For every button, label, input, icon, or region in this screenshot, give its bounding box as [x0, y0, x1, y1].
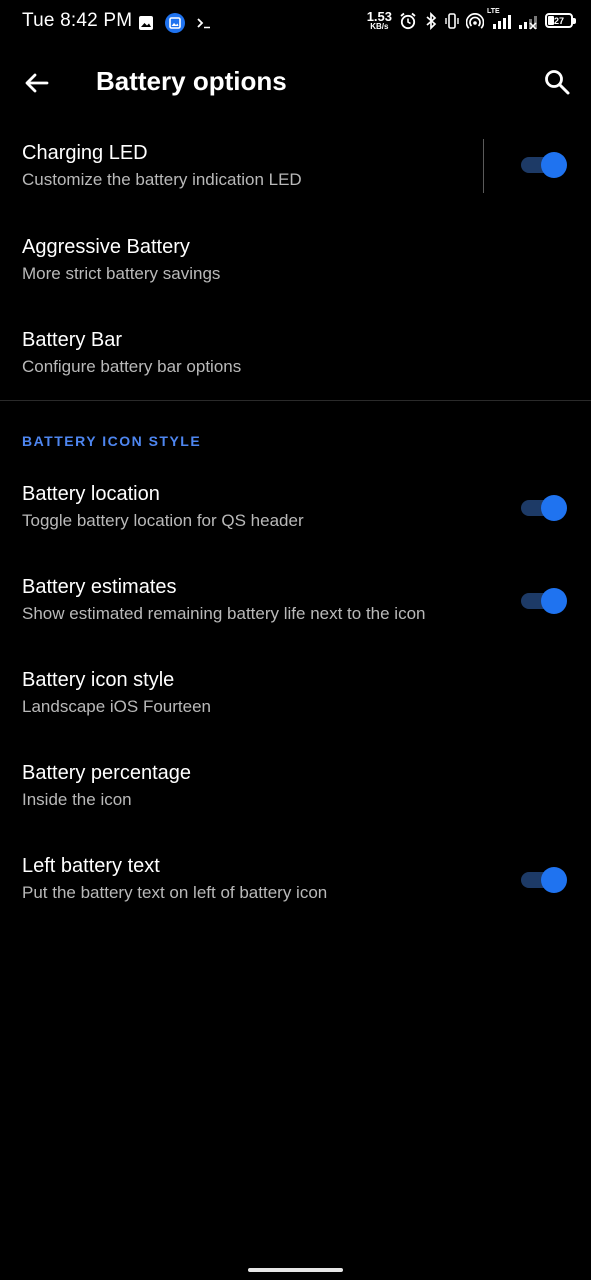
- system-icons: 1.53 KB/s LTE 27: [367, 8, 576, 31]
- setting-title: Aggressive Battery: [22, 236, 190, 258]
- setting-battery-estimates[interactable]: Battery estimates Show estimated remaini…: [0, 562, 591, 642]
- gallery-app-icon: [165, 13, 185, 33]
- gesture-nav-bar[interactable]: [248, 1268, 343, 1272]
- signal-icon: [493, 14, 511, 29]
- section-header: BATTERY ICON STYLE: [22, 433, 202, 449]
- image-icon: [139, 16, 153, 30]
- setting-subtitle: Configure battery bar options: [22, 357, 242, 376]
- setting-charging-led[interactable]: Charging LED Customize the battery indic…: [0, 128, 591, 208]
- status-bar: Tue 8:42 PM 1.53 KB/s LTE 27: [0, 0, 591, 44]
- arrow-back-icon[interactable]: [22, 68, 52, 98]
- status-time: Tue 8:42 PM: [22, 10, 133, 31]
- alarm-icon: [400, 12, 416, 29]
- terminal-icon: [197, 18, 210, 29]
- signal-lte: LTE: [487, 8, 511, 30]
- signal-2-icon: [519, 15, 537, 30]
- left-battery-text-toggle[interactable]: [521, 867, 567, 893]
- setting-subtitle: Customize the battery indication LED: [22, 170, 302, 189]
- setting-subtitle: Inside the icon: [22, 790, 132, 809]
- battery-icon: 27: [545, 13, 576, 28]
- setting-title: Battery percentage: [22, 762, 191, 784]
- setting-left-battery-text[interactable]: Left battery text Put the battery text o…: [0, 841, 591, 921]
- setting-title: Left battery text: [22, 855, 160, 877]
- setting-title: Battery icon style: [22, 669, 175, 691]
- network-speed: 1.53 KB/s: [367, 10, 392, 31]
- setting-title: Battery Bar: [22, 329, 123, 351]
- setting-subtitle: Toggle battery location for QS header: [22, 511, 304, 530]
- setting-title: Battery estimates: [22, 576, 177, 598]
- setting-title: Battery location: [22, 483, 160, 505]
- setting-subtitle: More strict battery savings: [22, 264, 221, 283]
- bluetooth-icon: [426, 11, 437, 30]
- setting-subtitle: Show estimated remaining battery life ne…: [22, 604, 426, 623]
- notification-icons: [138, 12, 212, 34]
- setting-battery-location[interactable]: Battery location Toggle battery location…: [0, 469, 591, 549]
- battery-location-toggle[interactable]: [521, 495, 567, 521]
- setting-battery-bar[interactable]: Battery Bar Configure battery bar option…: [0, 315, 591, 395]
- hotspot-icon: [466, 12, 484, 29]
- search-icon[interactable]: [543, 68, 571, 96]
- setting-battery-percentage[interactable]: Battery percentage Inside the icon: [0, 748, 591, 828]
- page-title: Battery options: [96, 66, 287, 96]
- section-divider: [0, 400, 591, 401]
- divider-vertical: [483, 139, 484, 193]
- vibrate-icon: [445, 12, 459, 29]
- charging-led-toggle[interactable]: [521, 152, 567, 178]
- app-bar: Battery options: [0, 44, 591, 120]
- setting-subtitle: Put the battery text on left of battery …: [22, 883, 328, 902]
- setting-aggressive-battery[interactable]: Aggressive Battery More strict battery s…: [0, 222, 591, 302]
- setting-battery-icon-style[interactable]: Battery icon style Landscape iOS Fourtee…: [0, 655, 591, 735]
- battery-estimates-toggle[interactable]: [521, 588, 567, 614]
- battery-level: 27: [553, 15, 564, 26]
- network-speed-unit: KB/s: [370, 22, 389, 31]
- setting-subtitle: Landscape iOS Fourteen: [22, 697, 212, 716]
- setting-title: Charging LED: [22, 142, 148, 164]
